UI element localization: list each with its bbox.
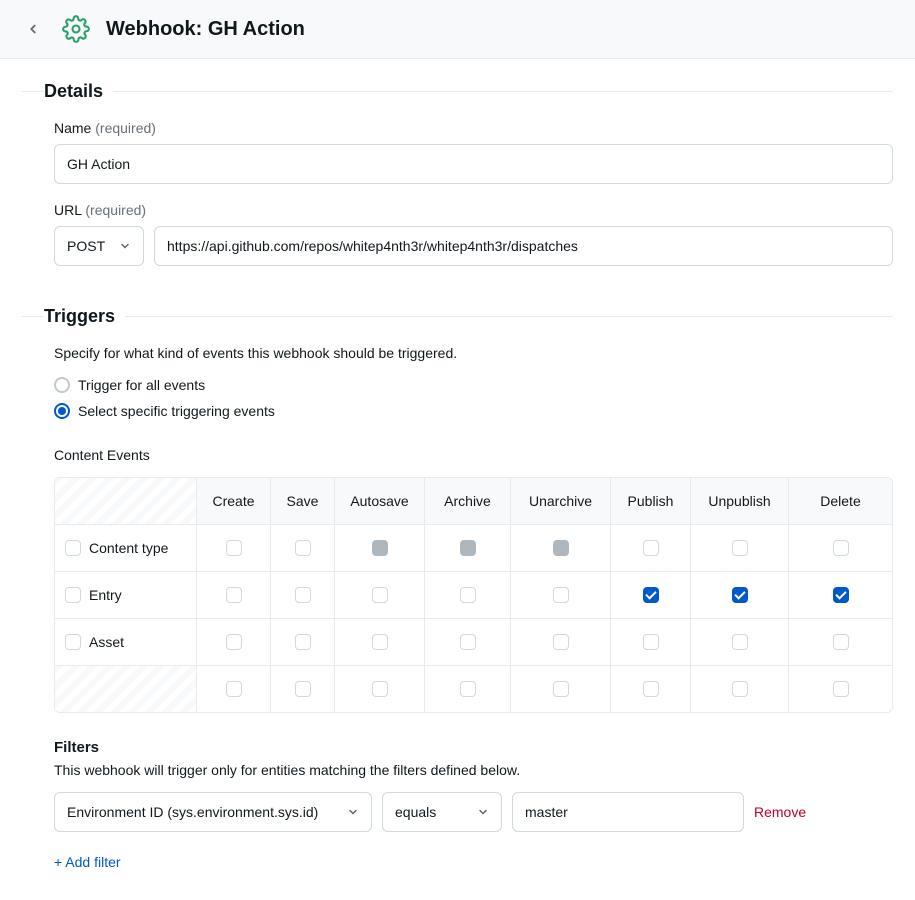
table-row [55,666,892,712]
event-checkbox[interactable] [553,634,569,650]
col-header: Unarchive [511,478,611,524]
filter-operator-select[interactable]: equals [382,792,502,832]
url-label: URL (required) [54,202,893,218]
col-header: Create [197,478,271,524]
col-header: Save [271,478,335,524]
row-label: Asset [89,634,124,650]
remove-filter-link[interactable]: Remove [754,804,806,820]
col-header: Publish [611,478,691,524]
row-label-cell [55,666,197,712]
event-checkbox[interactable] [226,587,242,603]
triggers-description: Specify for what kind of events this web… [54,345,893,361]
filter-entity-select[interactable]: Environment ID (sys.environment.sys.id) [54,792,372,832]
event-checkbox[interactable] [732,587,748,603]
row-label-cell: Entry [55,572,197,618]
event-checkbox[interactable] [732,681,748,697]
row-checkbox[interactable] [65,540,81,556]
row-label: Content type [89,540,168,556]
event-checkbox[interactable] [732,634,748,650]
event-checkbox[interactable] [295,587,311,603]
event-checkbox[interactable] [643,681,659,697]
row-checkbox[interactable] [65,634,81,650]
name-label: Name (required) [54,120,893,136]
event-checkbox[interactable] [372,587,388,603]
radio-icon [54,377,70,393]
event-checkbox[interactable] [226,634,242,650]
table-row: Content type [55,525,892,572]
event-checkbox[interactable] [643,587,659,603]
table-row: Entry [55,572,892,619]
triggers-legend: Triggers [44,306,125,327]
event-checkbox[interactable] [833,540,849,556]
col-header: Archive [425,478,511,524]
event-checkbox[interactable] [460,634,476,650]
col-header: Unpublish [691,478,789,524]
event-checkbox[interactable] [226,540,242,556]
row-checkbox[interactable] [65,587,81,603]
event-checkbox[interactable] [643,540,659,556]
event-checkbox[interactable] [833,681,849,697]
chevron-down-icon [477,806,489,818]
event-checkbox[interactable] [460,587,476,603]
content-events-label: Content Events [54,447,893,463]
event-checkbox[interactable] [372,681,388,697]
http-method-select[interactable]: POST [54,226,144,266]
add-filter-link[interactable]: + Add filter [54,854,893,870]
table-header-row: Create Save Autosave Archive Unarchive P… [55,478,892,525]
radio-specific-events[interactable]: Select specific triggering events [54,403,893,419]
radio-all-events[interactable]: Trigger for all events [54,377,893,393]
event-checkbox[interactable] [226,681,242,697]
event-checkbox[interactable] [833,587,849,603]
filters-description: This webhook will trigger only for entit… [54,762,893,778]
page-title: Webhook: GH Action [106,18,305,41]
chevron-down-icon [119,240,131,252]
row-label: Entry [89,587,122,603]
event-checkbox [553,540,569,556]
event-checkbox[interactable] [643,634,659,650]
event-checkbox[interactable] [553,681,569,697]
details-legend: Details [44,81,113,102]
table-row: Asset [55,619,892,666]
row-label-cell: Content type [55,525,197,571]
col-header: Delete [789,478,892,524]
event-checkbox[interactable] [295,634,311,650]
event-checkbox[interactable] [295,540,311,556]
row-label-cell: Asset [55,619,197,665]
name-input[interactable] [54,144,893,184]
chevron-down-icon [347,806,359,818]
event-checkbox[interactable] [460,681,476,697]
back-button[interactable] [18,14,48,44]
event-checkbox[interactable] [372,634,388,650]
chevron-left-icon [26,22,40,36]
col-header: Autosave [335,478,425,524]
event-checkbox [372,540,388,556]
filter-value-input[interactable] [512,792,744,832]
event-checkbox [460,540,476,556]
filters-title: Filters [54,739,893,756]
radio-icon [54,403,70,419]
gear-icon [62,15,90,43]
event-checkbox[interactable] [833,634,849,650]
event-checkbox[interactable] [295,681,311,697]
url-input[interactable] [154,226,893,266]
events-table: Create Save Autosave Archive Unarchive P… [54,477,893,713]
event-checkbox[interactable] [732,540,748,556]
event-checkbox[interactable] [553,587,569,603]
